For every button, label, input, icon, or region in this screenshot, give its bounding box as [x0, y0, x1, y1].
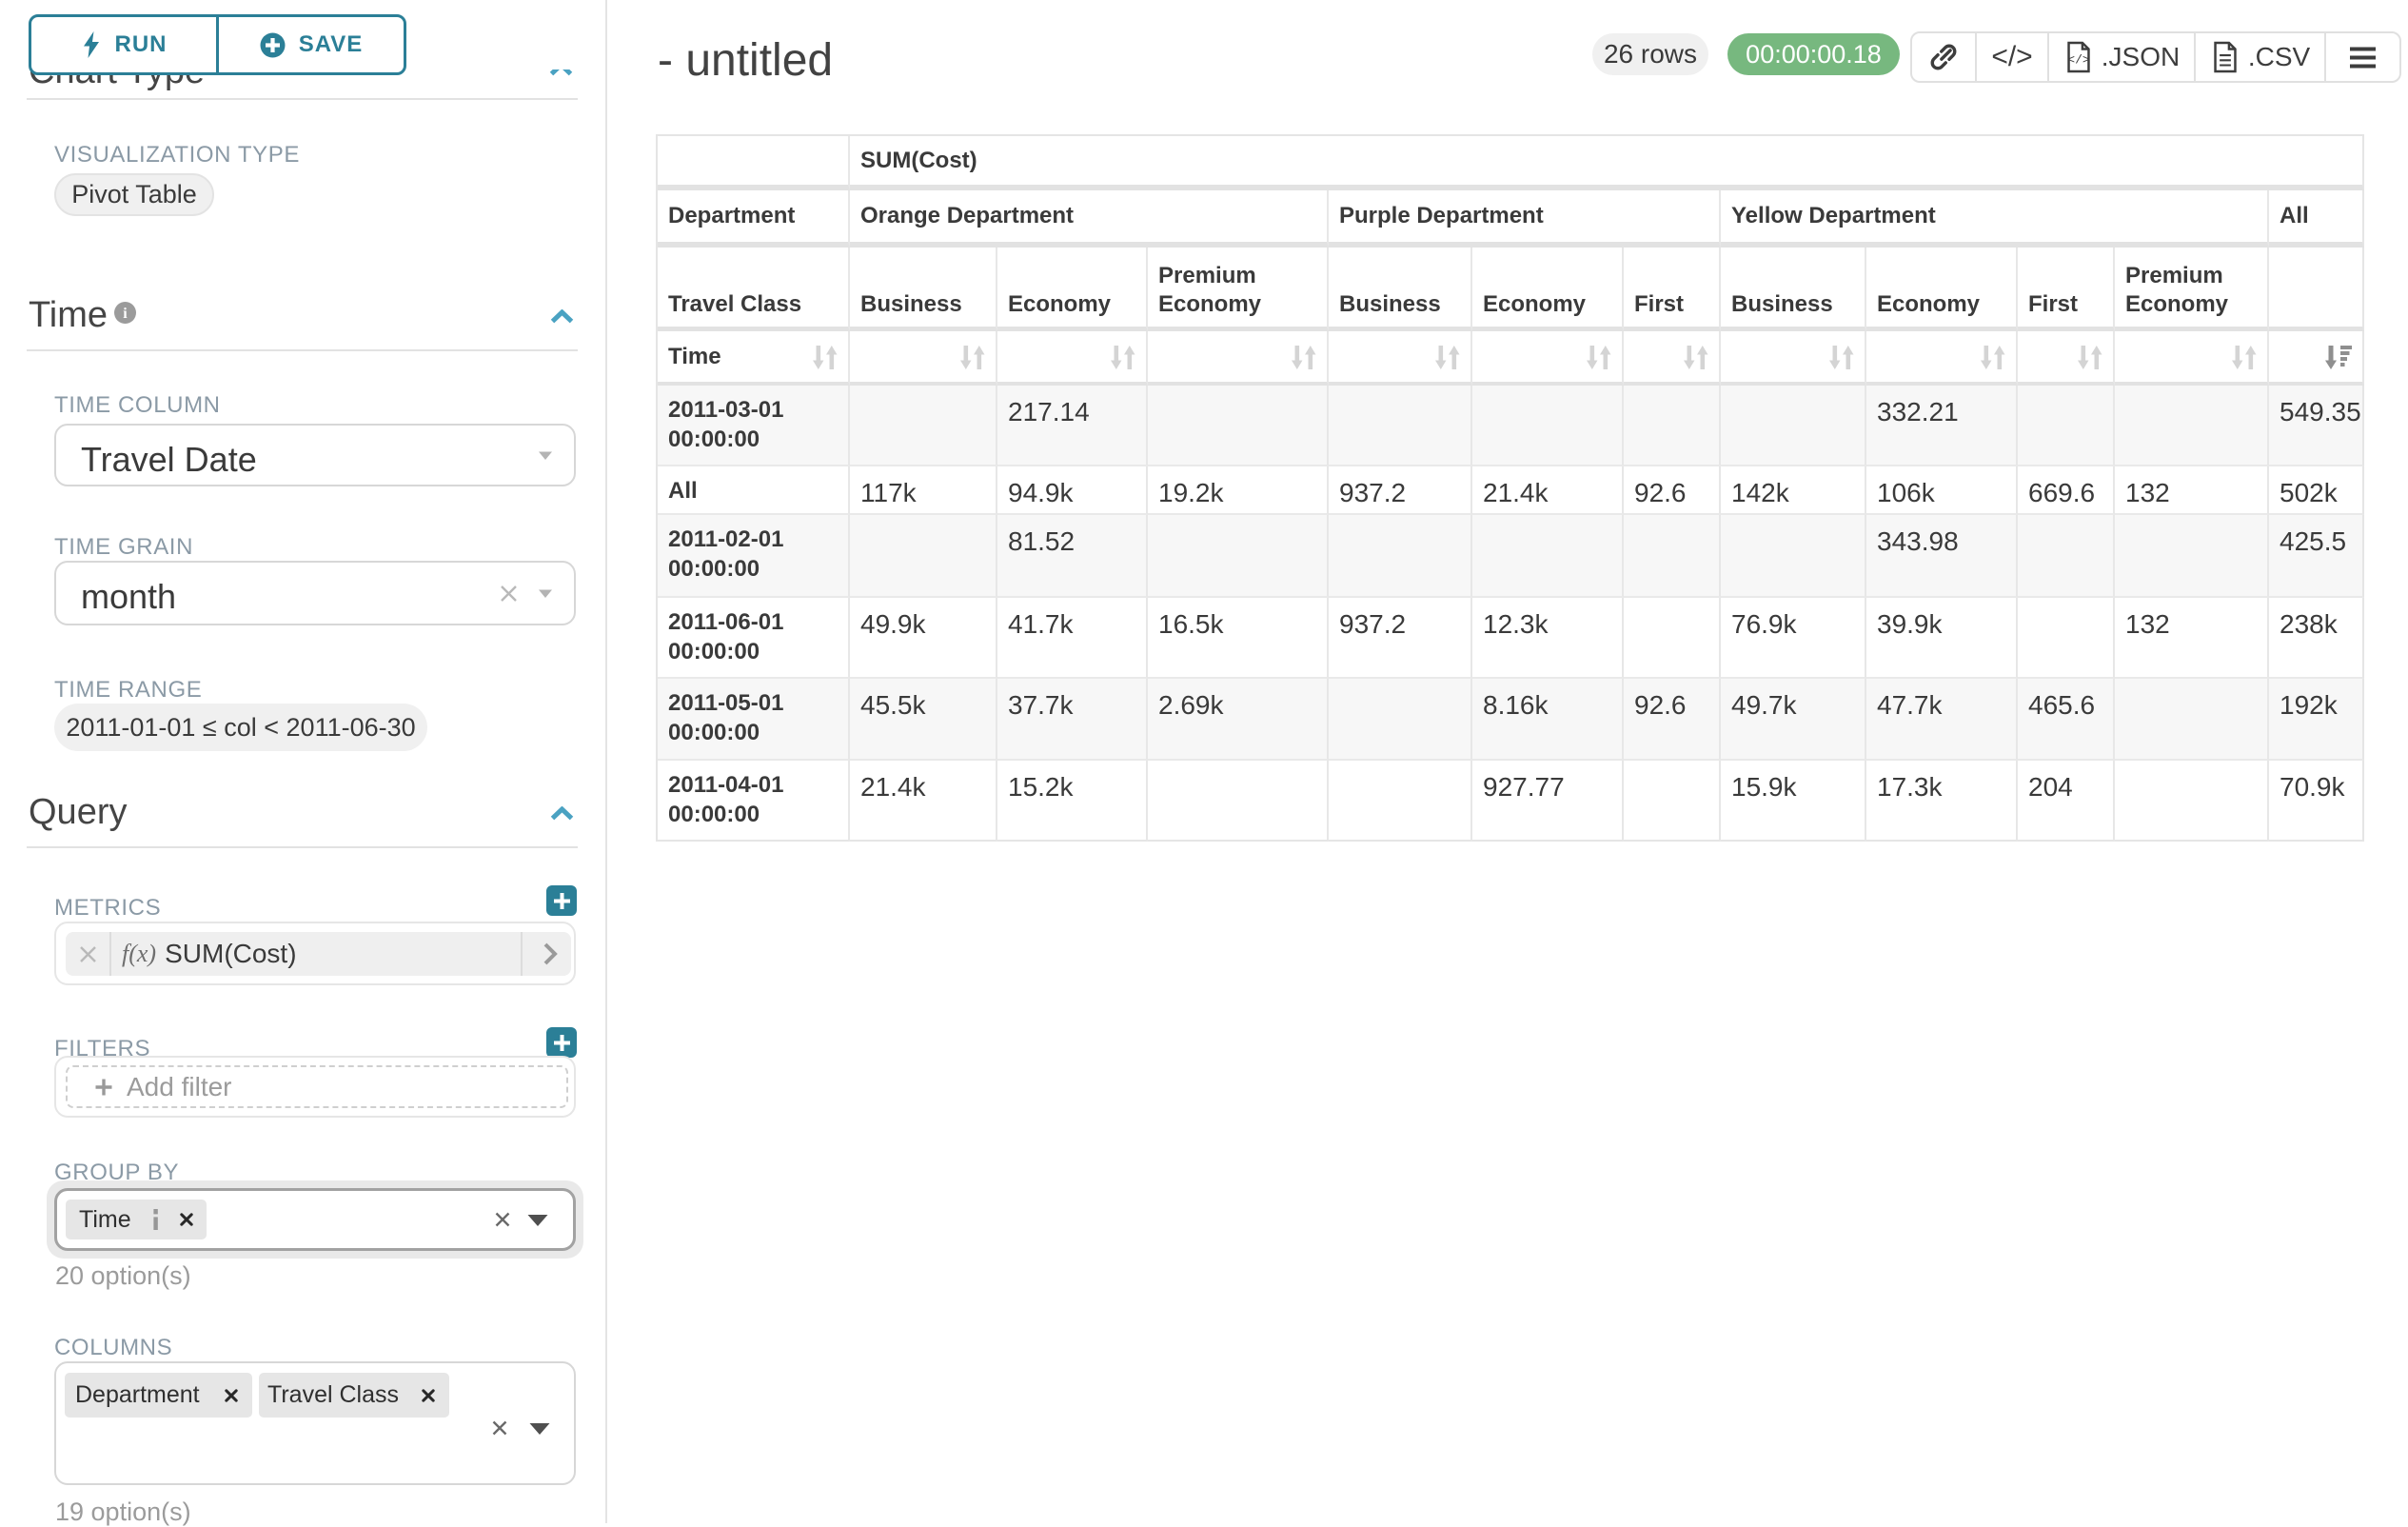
svg-text:</>: </>	[2067, 53, 2090, 68]
svg-text:i: i	[123, 306, 128, 322]
